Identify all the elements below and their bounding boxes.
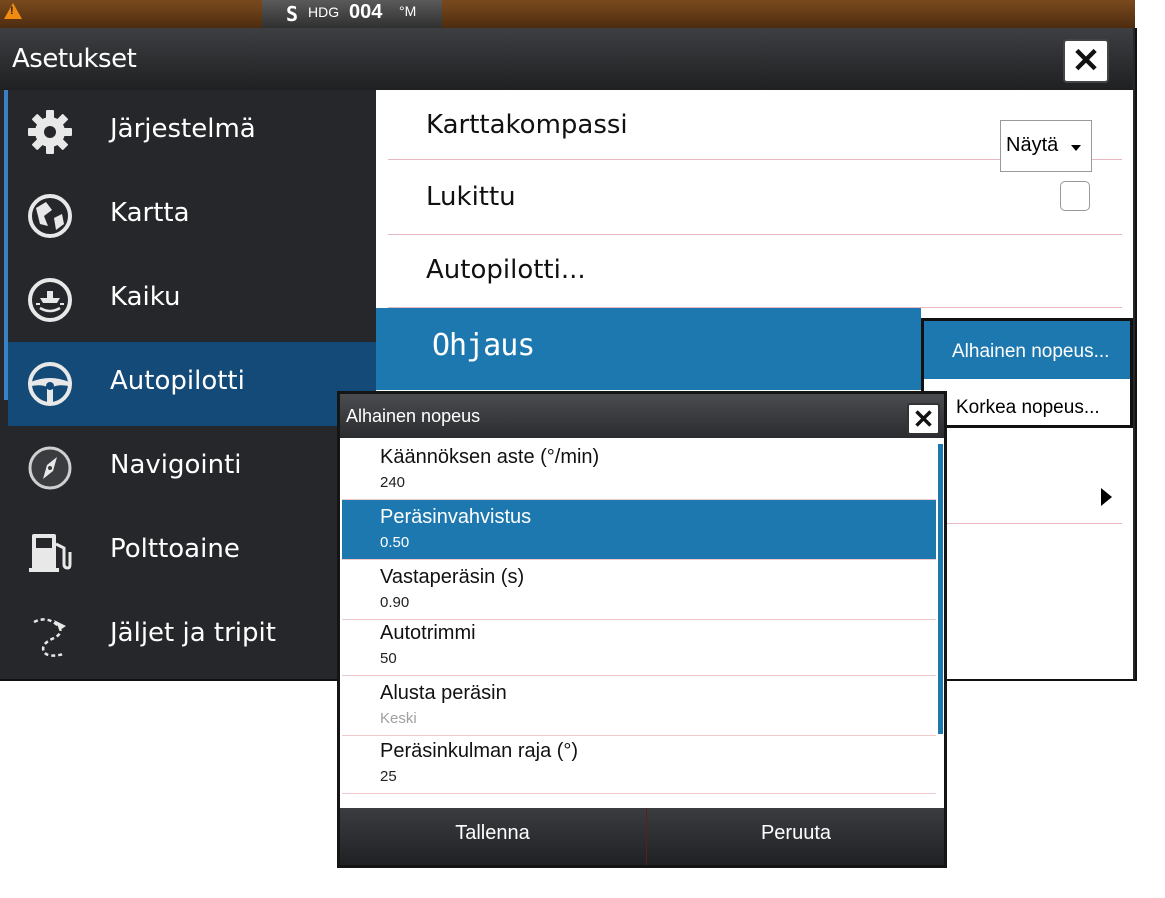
chart-globe-icon [28,194,72,238]
cancel-button[interactable]: Peruuta [646,808,944,865]
title-bar: Asetukset ✕ [0,28,1133,90]
chevron-right-icon [1101,488,1112,506]
window-title: Asetukset [12,44,137,74]
sidebar-item-label: Polttoaine [110,534,240,564]
sidebar-item-navigointi[interactable]: Navigointi [8,426,376,510]
setting-value: Keski [380,710,417,727]
setting-value: 0.50 [380,534,410,551]
setting-name: Alusta peräsin [380,682,507,704]
sidebar-item-jaljet[interactable]: Jäljet ja tripit [8,594,376,678]
setting-name: Käännöksen aste (°/min) [380,446,600,468]
dialog-footer: Tallenna Peruuta [340,808,944,865]
compass-icon [28,446,72,490]
gear-icon [28,110,72,154]
sidebar-item-label: Kaiku [110,282,181,312]
dropdown-value: Näytä [1006,134,1059,156]
setting-value: 0.90 [380,594,410,611]
dialog-row[interactable]: Peräsinkulman raja (°) 25 [342,734,936,794]
row-lukittu[interactable]: Lukittu [388,160,1122,235]
heading-value: 004 [349,1,383,23]
dialog-close-button[interactable]: ✕ [907,403,940,435]
row-label: Lukittu [426,182,516,212]
ohjaus-submenu: Alhainen nopeus... Korkea nopeus... [921,318,1133,428]
row-label: Ohjaus [432,328,535,363]
trail-icon [33,618,66,657]
setting-value: 240 [380,474,406,491]
submenu-item-label: Korkea nopeus... [956,397,1100,418]
sidebar-item-jarjestelma[interactable]: Järjestelmä [8,90,376,174]
close-button[interactable]: ✕ [1063,39,1109,83]
dialog-scrollbar[interactable] [938,444,943,734]
dialog-row[interactable]: Vastaperäsin (s) 0.90 [342,560,936,620]
submenu-item-label: Alhainen nopeus... [952,341,1110,362]
sidebar-item-label: Jäljet ja tripit [110,618,276,648]
sidebar-item-kaiku[interactable]: Kaiku [8,258,376,342]
lukittu-checkbox[interactable] [1060,181,1090,211]
save-button[interactable]: Tallenna [340,808,645,865]
sidebar-item-label: Navigointi [110,450,242,480]
setting-value: 25 [380,768,397,785]
sonar-icon [28,278,72,322]
setting-name: Vastaperäsin (s) [380,566,525,588]
warning-triangle-icon[interactable]: ! [4,3,22,19]
heading-unit: °M [399,3,417,19]
dialog-row[interactable]: Alusta peräsin Keski [342,676,936,736]
chevron-down-icon [1071,145,1081,151]
dialog-row[interactable]: Peräsinvahvistus 0.50 [342,500,936,560]
row-label: Karttakompassi [426,110,628,140]
sidebar-item-label: Kartta [110,198,190,228]
status-bar: ! S HDG 004 °M [0,0,1135,28]
sidebar-item-polttoaine[interactable]: Polttoaine [8,510,376,594]
setting-name: Peräsinkulman raja (°) [380,740,579,762]
dialog-row[interactable]: Käännöksen aste (°/min) 240 [342,440,936,500]
steering-wheel-icon [28,362,72,406]
setting-name: Autotrimmi [380,622,476,644]
heading-readout[interactable]: S HDG 004 °M [262,0,442,28]
fuel-pump-icon [29,534,72,572]
row-label: Autopilotti... [426,255,586,285]
sidebar-item-label: Autopilotti [110,366,245,396]
dialog-title: Alhainen nopeus [346,406,481,426]
sidebar-item-autopilotti[interactable]: Autopilotti [8,342,376,426]
alhainen-nopeus-dialog: Alhainen nopeus ✕ Käännöksen aste (°/min… [337,391,947,868]
row-autopilotti[interactable]: Autopilotti... [388,235,1122,308]
heading-prefix: S [286,2,299,26]
dialog-header: Alhainen nopeus ✕ [340,394,944,438]
heading-label: HDG [308,4,340,20]
dialog-row[interactable]: Autotrimmi 50 [342,616,936,676]
sidebar-item-label: Järjestelmä [110,114,256,144]
sidebar-item-kartta[interactable]: Kartta [8,174,376,258]
row-ohjaus[interactable]: Ohjaus [376,308,921,390]
submenu-item-alhainen[interactable]: Alhainen nopeus... [924,321,1130,379]
setting-value: 50 [380,650,397,667]
sidebar: Järjestelmä Kartta Kaiku Autopilotti Nav… [0,90,376,679]
setting-name: Peräsinvahvistus [380,506,532,528]
